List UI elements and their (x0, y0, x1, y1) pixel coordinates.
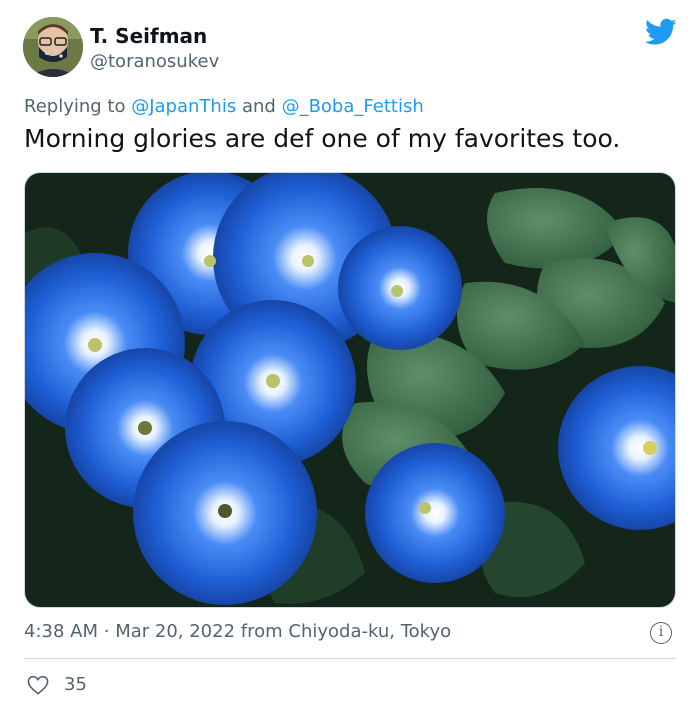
meta-separator: · (103, 621, 110, 642)
heart-icon[interactable] (27, 675, 49, 695)
avatar-image (23, 17, 83, 77)
replying-to-line: Replying to @JapanThis and @_Boba_Fettis… (24, 96, 424, 118)
tweet-source: from Chiyoda-ku, Tokyo (240, 621, 452, 642)
tweet-timestamp[interactable]: 4:38 AM · Mar 20, 2022 from Chiyoda-ku, … (24, 621, 451, 643)
tweet-time: 4:38 AM (24, 621, 98, 642)
mention-link[interactable]: @JapanThis (131, 96, 236, 117)
replying-prefix: Replying to (24, 96, 126, 117)
avatar[interactable] (23, 17, 83, 77)
tweet-text: Morning glories are def one of my favori… (24, 124, 621, 153)
like-count: 35 (64, 674, 87, 695)
author-display-name[interactable]: T. Seifman (90, 24, 207, 48)
info-icon[interactable]: i (650, 622, 672, 644)
morning-glory-photo (25, 173, 675, 607)
author-handle[interactable]: @toranosukev (90, 51, 219, 73)
divider (24, 658, 676, 659)
tweet-date: Mar 20, 2022 (115, 621, 236, 642)
mention-link[interactable]: @_Boba_Fettish (282, 96, 424, 117)
twitter-bird-icon[interactable] (645, 18, 677, 46)
tweet-media-image[interactable] (24, 172, 676, 608)
replying-conjunction: and (241, 96, 276, 117)
